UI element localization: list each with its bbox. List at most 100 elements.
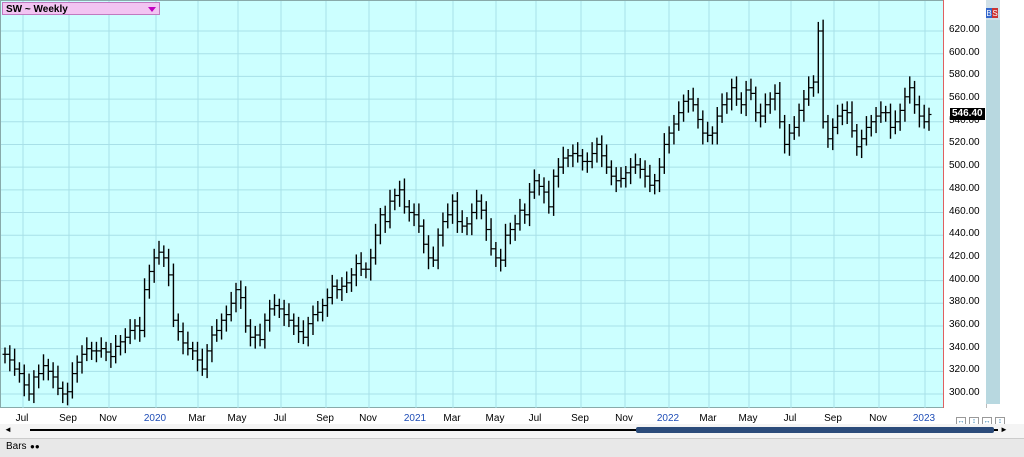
ohlc-bar[interactable] <box>50 362 56 389</box>
ohlc-bar[interactable] <box>127 319 133 345</box>
ohlc-bar[interactable] <box>36 364 42 389</box>
ohlc-bar[interactable] <box>608 160 614 186</box>
ohlc-bar[interactable] <box>536 173 542 196</box>
ohlc-bar[interactable] <box>382 205 388 233</box>
ohlc-bar[interactable] <box>430 246 436 267</box>
ohlc-bar[interactable] <box>806 76 812 106</box>
ohlc-bar[interactable] <box>512 214 518 241</box>
ohlc-bar[interactable] <box>589 142 595 169</box>
ohlc-bar[interactable] <box>478 194 484 220</box>
ohlc-bar[interactable] <box>647 164 653 193</box>
dropdown-arrow-icon[interactable] <box>148 7 156 12</box>
ohlc-bar[interactable] <box>815 21 821 94</box>
ohlc-bar[interactable] <box>344 271 350 294</box>
ohlc-bar[interactable] <box>214 319 220 342</box>
ohlc-bar[interactable] <box>488 218 494 256</box>
ohlc-bar[interactable] <box>349 268 354 292</box>
ohlc-bar[interactable] <box>690 87 696 112</box>
ohlc-bar[interactable] <box>98 337 104 358</box>
ohlc-bar[interactable] <box>560 146 566 174</box>
ohlc-bar[interactable] <box>7 345 13 372</box>
ohlc-bar[interactable] <box>353 254 359 287</box>
ohlc-bar[interactable] <box>89 341 95 360</box>
ohlc-bar[interactable] <box>55 365 61 396</box>
ohlc-bar[interactable] <box>604 144 610 174</box>
ohlc-bar[interactable] <box>892 110 898 135</box>
ohlc-bar[interactable] <box>883 105 889 122</box>
ohlc-bar[interactable] <box>156 240 162 265</box>
ohlc-bar[interactable] <box>296 316 302 343</box>
ohlc-bar[interactable] <box>762 93 768 123</box>
ohlc-bar[interactable] <box>286 303 292 328</box>
ohlc-bar[interactable] <box>180 322 186 355</box>
ohlc-bar[interactable] <box>854 124 860 156</box>
ohlc-bar[interactable] <box>546 180 552 214</box>
ohlc-bar[interactable] <box>498 248 504 272</box>
ohlc-bar[interactable] <box>743 80 749 117</box>
ohlc-bar[interactable] <box>628 158 634 185</box>
ohlc-bar[interactable] <box>555 158 561 188</box>
ohlc-bar[interactable] <box>657 158 662 193</box>
ohlc-bar[interactable] <box>69 362 75 399</box>
ohlc-bar[interactable] <box>709 126 715 145</box>
ohlc-bar[interactable] <box>223 305 229 332</box>
ohlc-bar[interactable] <box>209 325 215 363</box>
ohlc-bar[interactable] <box>464 217 470 236</box>
ohlc-bar[interactable] <box>137 316 143 342</box>
ohlc-bar[interactable] <box>695 97 701 129</box>
ohlc-bar[interactable] <box>700 110 706 145</box>
bars-style-icon[interactable]: ●● <box>30 443 42 451</box>
ohlc-bar[interactable] <box>844 101 850 125</box>
ohlc-bar[interactable] <box>729 78 735 111</box>
ohlc-bar[interactable] <box>459 210 465 233</box>
ohlc-bar[interactable] <box>801 89 807 122</box>
ohlc-bar[interactable] <box>2 347 8 364</box>
ohlc-bar[interactable] <box>41 354 46 381</box>
ohlc-bar[interactable] <box>247 319 253 347</box>
ohlc-bar[interactable] <box>445 203 451 229</box>
ohlc-bar[interactable] <box>859 129 865 159</box>
ohlc-bar[interactable] <box>334 279 340 299</box>
ohlc-bar[interactable] <box>387 189 393 229</box>
ohlc-bar[interactable] <box>397 180 403 207</box>
ohlc-bar[interactable] <box>26 373 32 401</box>
ohlc-bar[interactable] <box>363 262 369 279</box>
ohlc-bar[interactable] <box>632 153 638 174</box>
ohlc-bar[interactable] <box>190 341 196 360</box>
ohlc-bar[interactable] <box>912 80 918 114</box>
ohlc-bar[interactable] <box>676 101 682 131</box>
ohlc-bar[interactable] <box>772 84 778 111</box>
ohlc-bar[interactable] <box>652 173 658 195</box>
ohlc-bar[interactable] <box>724 92 730 114</box>
ohlc-bar[interactable] <box>926 107 932 131</box>
ohlc-bar[interactable] <box>320 298 326 322</box>
ohlc-bar[interactable] <box>228 291 234 322</box>
ohlc-bar[interactable] <box>406 200 412 222</box>
ohlc-bar[interactable] <box>310 305 316 336</box>
ohlc-bar[interactable] <box>142 278 148 338</box>
ohlc-bar[interactable] <box>416 203 422 233</box>
ohlc-bar[interactable] <box>868 114 874 137</box>
ohlc-bar[interactable] <box>474 189 480 220</box>
ohlc-bar[interactable] <box>671 114 677 145</box>
ohlc-bar[interactable] <box>195 341 200 372</box>
ohlc-bar[interactable] <box>113 335 119 364</box>
plot-area[interactable] <box>0 0 945 409</box>
price-chart[interactable] <box>1 1 945 409</box>
ohlc-bar[interactable] <box>493 241 499 267</box>
ohlc-bar[interactable] <box>267 299 273 332</box>
ohlc-bar[interactable] <box>916 95 922 128</box>
ohlc-bar[interactable] <box>782 114 788 154</box>
ohlc-bar[interactable] <box>401 178 407 214</box>
ohlc-bar[interactable] <box>738 92 744 114</box>
ohlc-bar[interactable] <box>791 116 797 140</box>
ohlc-bar[interactable] <box>175 313 181 341</box>
ohlc-bar[interactable] <box>450 194 456 224</box>
ohlc-bar[interactable] <box>661 133 667 174</box>
symbol-selector[interactable]: SW ~ Weekly <box>2 2 160 15</box>
ohlc-bar[interactable] <box>329 274 335 305</box>
ohlc-bar[interactable] <box>132 319 138 340</box>
ohlc-bar[interactable] <box>93 341 99 363</box>
ohlc-bar[interactable] <box>921 104 927 129</box>
ohlc-bar[interactable] <box>440 212 446 247</box>
